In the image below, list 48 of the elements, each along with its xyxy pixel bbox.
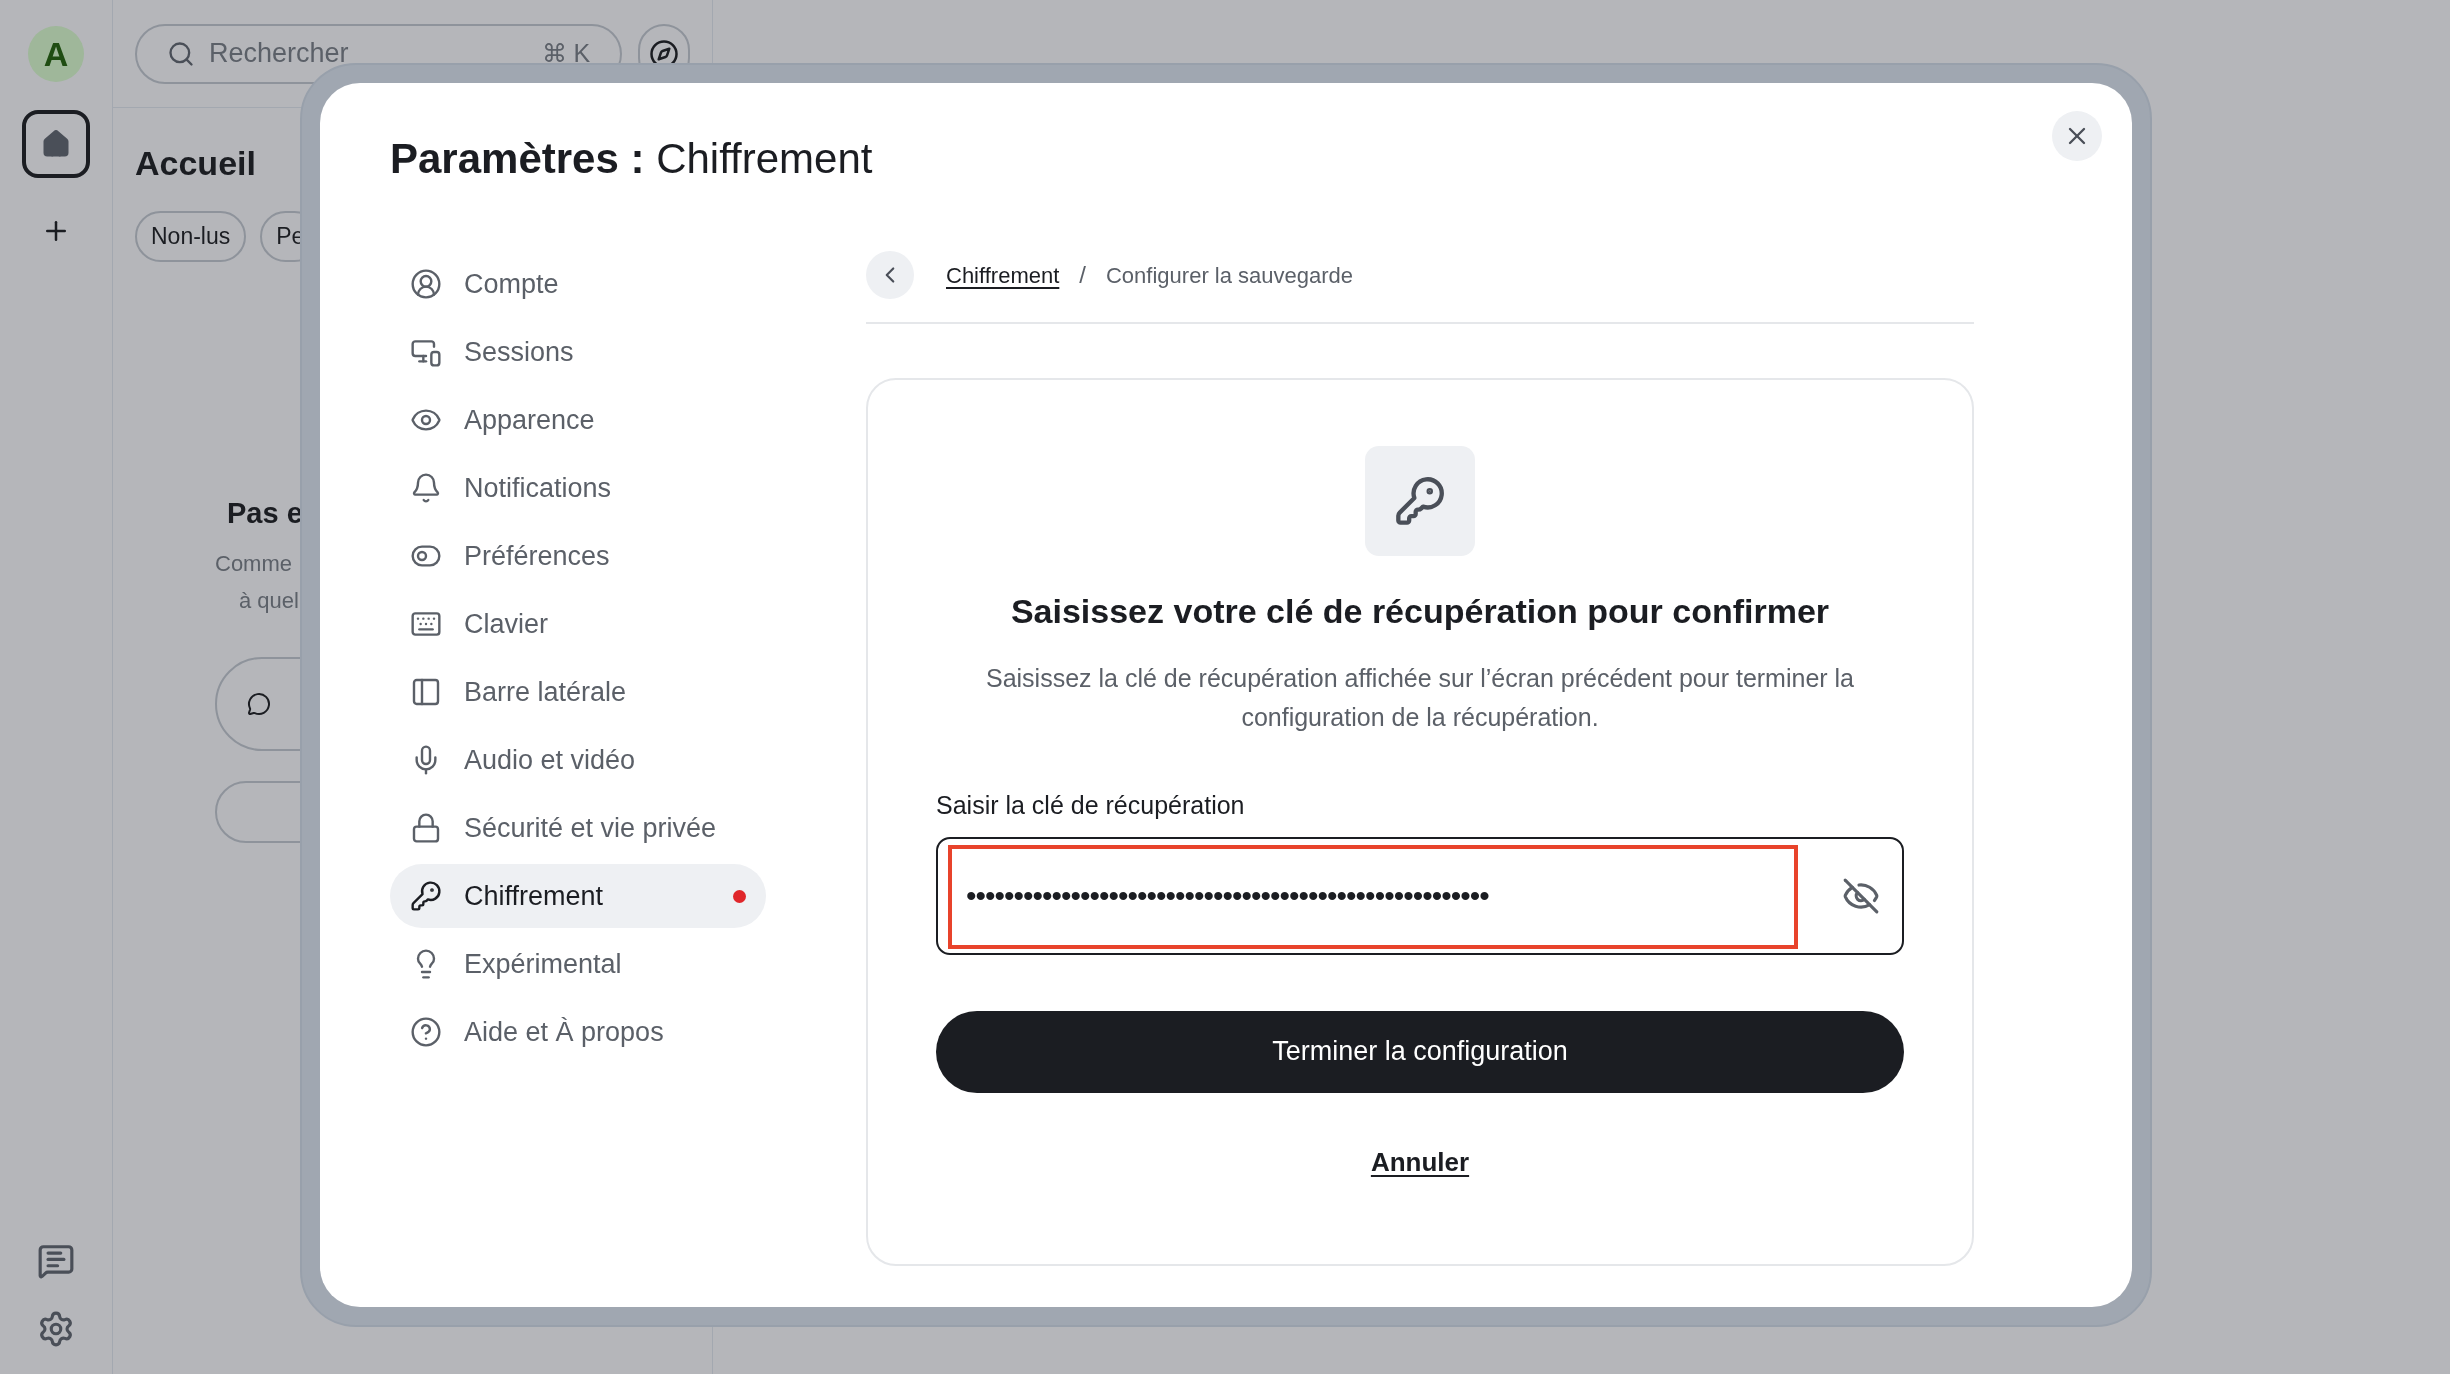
settings-nav-item[interactable]: Sessions [390, 320, 766, 384]
chat-icon [37, 1242, 75, 1280]
settings-nav-item[interactable]: Audio et vidéo [390, 728, 766, 792]
settings-nav-item[interactable]: Préférences [390, 524, 766, 588]
card-heading: Saisissez votre clé de récupération pour confirmer [1010, 591, 1830, 632]
settings-nav-item[interactable]: Clavier [390, 592, 766, 656]
cancel-link[interactable]: Annuler [1370, 1142, 1470, 1182]
key-icon [1394, 475, 1446, 527]
settings-nav-item[interactable]: Sécurité et vie privée [390, 796, 766, 860]
recovery-key-field[interactable]: ••••••••••••••••••••••••••••••••••••••••••••••••••••••• [936, 836, 1904, 955]
home-button[interactable] [22, 110, 90, 178]
field-value: ••••••••••••••••••••••••••••••••••••••••••••••••••••••• [966, 878, 1489, 914]
breadcrumb-current: Configurer la sauvegarde [1106, 261, 1354, 290]
home-icon [41, 129, 71, 159]
settings-nav-item[interactable]: Compte [390, 252, 766, 316]
lock-icon [410, 812, 442, 844]
settings-icon [37, 1310, 75, 1348]
chat-bubble-icon [247, 692, 271, 716]
settings-nav-item[interactable]: Chiffrement [390, 864, 766, 928]
hide-password-button[interactable] [1842, 876, 1880, 915]
eye-off-icon [1842, 876, 1880, 915]
settings-button[interactable] [37, 1310, 75, 1348]
empty-text: Comme [215, 550, 292, 578]
settings-nav-item[interactable]: Barre latérale [390, 660, 766, 724]
avatar[interactable]: A [28, 26, 84, 82]
bell-icon [410, 472, 442, 504]
card-description: Saisissez la clé de récupération affichée sur l’écran précédent pour terminer la configuration de la récupération. [984, 663, 1856, 733]
shortcut-hint: ⌘ K [541, 37, 591, 69]
settings-nav-item[interactable]: Notifications [390, 456, 766, 520]
key-icon [410, 880, 442, 912]
filter-chip[interactable]: Non-lus [135, 211, 247, 262]
sidebar-icon [410, 676, 442, 708]
finish-button[interactable]: Terminer la configuration [936, 1010, 1904, 1093]
settings-nav-item[interactable]: Aide et À propos [390, 1000, 766, 1064]
breadcrumb-separator-icon: / [1079, 257, 1086, 293]
field-label: Saisir la clé de récupération [936, 790, 1246, 821]
help-icon [410, 1016, 442, 1048]
settings-nav-item[interactable]: Expérimental [390, 932, 766, 996]
empty-text: à quel [238, 587, 299, 615]
page-title: Accueil [135, 143, 256, 184]
dialog-title: Paramètres : Chiffrement [390, 134, 874, 184]
user-circle-icon [410, 268, 442, 300]
close-button[interactable] [2052, 111, 2102, 161]
breadcrumb-link[interactable]: Chiffrement [946, 258, 1060, 292]
settings-nav-item[interactable]: Apparence [390, 388, 766, 452]
chat-button[interactable] [37, 1242, 75, 1280]
search-placeholder: Rechercher [209, 37, 350, 71]
search-icon [167, 39, 195, 68]
